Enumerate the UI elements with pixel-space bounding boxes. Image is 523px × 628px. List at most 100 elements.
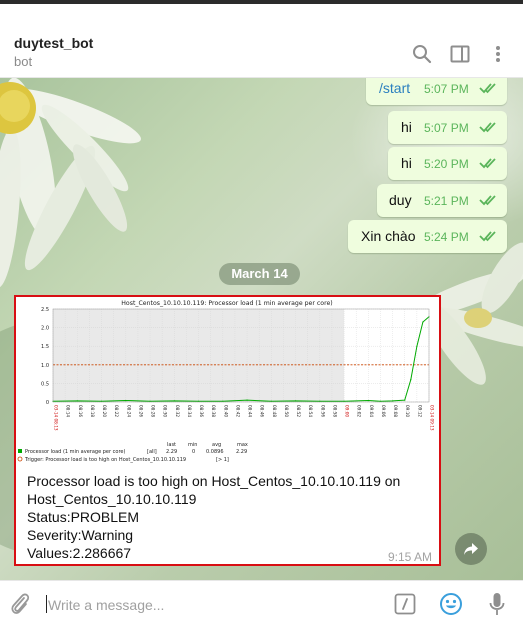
x-tick-label: 09:04 — [369, 405, 374, 417]
x-tick-label: 08:44 — [248, 405, 253, 417]
x-tick-label: 09:10 — [405, 405, 410, 417]
y-tick-label: 1.5 — [41, 344, 49, 350]
x-tick-label: 08:28 — [151, 405, 156, 417]
message-time: 5:07 PM — [424, 82, 469, 96]
series-point — [100, 400, 103, 402]
message-time: 5:20 PM — [424, 157, 469, 171]
y-tick-label: 2.0 — [41, 326, 49, 332]
chat-header: duytest_bot bot — [0, 4, 523, 78]
processor-load-graph[interactable]: Host_Centos_10.10.10.119: Processor load… — [16, 297, 439, 467]
bot-message-card[interactable]: Host_Centos_10.10.10.119: Processor load… — [14, 295, 441, 566]
x-tick-label: 08:24 — [126, 405, 131, 417]
x-tick-label: 08:42 — [235, 405, 240, 417]
x-tick-label: 08:20 — [102, 405, 107, 417]
y-tick-label: 1.0 — [41, 363, 49, 369]
voice-record-button[interactable] — [484, 591, 510, 617]
message-caption: Processor load is too high on Host_Cento… — [27, 472, 427, 562]
share-button[interactable] — [455, 533, 487, 565]
x-tick-label: 08:50 — [284, 405, 289, 417]
series-point — [125, 399, 127, 402]
emoji-icon — [440, 593, 462, 615]
legend-value-min: 0 — [192, 449, 195, 455]
legend-value-avg: 0.0896 — [206, 449, 224, 455]
read-ticks-icon — [479, 158, 496, 169]
x-tick-label: 08:30 — [163, 405, 168, 417]
series-point — [367, 399, 369, 402]
more-vertical-icon[interactable] — [487, 43, 509, 65]
legend-value-last: 2.29 — [166, 449, 177, 455]
peer-status: bot — [14, 54, 33, 69]
legend-swatch-series — [18, 449, 22, 453]
series-point — [416, 345, 418, 347]
y-tick-label: 0 — [46, 400, 49, 406]
message-time: 9:15 AM — [387, 550, 432, 564]
caption-line: Severity:Warning — [27, 527, 134, 543]
series-point — [343, 400, 345, 402]
series-point — [392, 400, 394, 402]
x-tick-label: 09:08 — [393, 405, 398, 417]
x-tick-label: 08:18 — [90, 405, 95, 417]
x-tick-label: 08:48 — [272, 405, 277, 417]
series-point — [149, 400, 151, 402]
commands-icon — [394, 593, 416, 615]
message-time: 5:24 PM — [424, 230, 469, 244]
x-tick-label: 03-14 08:13 — [54, 405, 59, 431]
series-point — [410, 379, 412, 381]
message-bubble[interactable]: hi 5:07 PM — [388, 111, 507, 144]
message-bubble[interactable]: duy 5:21 PM — [377, 184, 507, 217]
x-tick-label: 08:40 — [223, 405, 228, 417]
x-tick-label: 08:58 — [332, 405, 337, 417]
search-icon[interactable] — [411, 43, 433, 65]
x-tick-label: 03-14 09:13 — [430, 405, 435, 431]
message-bubble[interactable]: hi 5:20 PM — [388, 147, 507, 180]
attach-icon[interactable] — [9, 591, 31, 617]
message-time: 5:07 PM — [424, 121, 469, 135]
x-tick-label: 08:26 — [138, 405, 143, 417]
series-point — [173, 400, 175, 402]
sidebar-toggle-icon[interactable] — [449, 43, 471, 65]
peer-name[interactable]: duytest_bot — [14, 35, 93, 51]
read-ticks-icon — [479, 231, 496, 242]
message-bubble[interactable]: Xin chào 5:24 PM — [348, 220, 507, 253]
message-text[interactable]: /start — [379, 80, 410, 96]
legend-series-name: Processor load (1 min average per core) — [25, 449, 125, 455]
legend-header-max: max — [237, 442, 248, 448]
series-point — [270, 400, 272, 402]
text-caret — [46, 595, 47, 613]
x-tick-label: 08:46 — [260, 405, 265, 417]
telegram-window: duytest_bot bot /start 5:07 PM hi 5:07 P… — [0, 0, 523, 628]
message-composer — [0, 580, 523, 628]
legend-header-min: min — [188, 442, 197, 448]
series-point — [76, 400, 78, 402]
caption-line: Values:2.286667 — [27, 545, 132, 561]
message-time: 5:21 PM — [424, 194, 469, 208]
graph-title: Host_Centos_10.10.10.119: Processor load… — [121, 300, 332, 307]
legend-trigger-name: Trigger: Processor load is too high on H… — [24, 457, 186, 463]
x-tick-label: 09:06 — [381, 405, 386, 417]
microphone-icon — [489, 593, 505, 615]
x-tick-label: 08:22 — [114, 405, 119, 417]
series-point — [246, 399, 248, 401]
message-text: duy — [389, 192, 412, 208]
series-point — [222, 400, 224, 402]
message-bubble[interactable]: /start 5:07 PM — [366, 78, 507, 105]
commands-button[interactable] — [392, 591, 418, 617]
caption-line: Processor load is too high on Host_Cento… — [27, 473, 401, 489]
chat-area: /start 5:07 PM hi 5:07 PM hi 5:20 PM duy… — [0, 78, 523, 580]
series-point — [379, 400, 382, 402]
series-point — [197, 400, 200, 402]
date-separator: March 14 — [219, 263, 300, 285]
x-tick-label: 08:32 — [175, 405, 180, 417]
x-tick-label: 08:54 — [308, 405, 313, 417]
x-tick-label: 08:36 — [199, 405, 204, 417]
x-tick-label: 09:12 — [417, 405, 422, 417]
message-text: hi — [401, 155, 412, 171]
legend-series-scope: [all] — [147, 449, 157, 455]
message-text: Xin chào — [361, 228, 416, 244]
x-tick-label: 09:02 — [357, 405, 362, 417]
y-tick-label: 0.5 — [41, 381, 49, 387]
message-input[interactable] — [48, 595, 348, 615]
x-tick-label: 09:00 — [345, 405, 350, 417]
legend-header-last: last — [167, 442, 176, 448]
emoji-button[interactable] — [438, 591, 464, 617]
